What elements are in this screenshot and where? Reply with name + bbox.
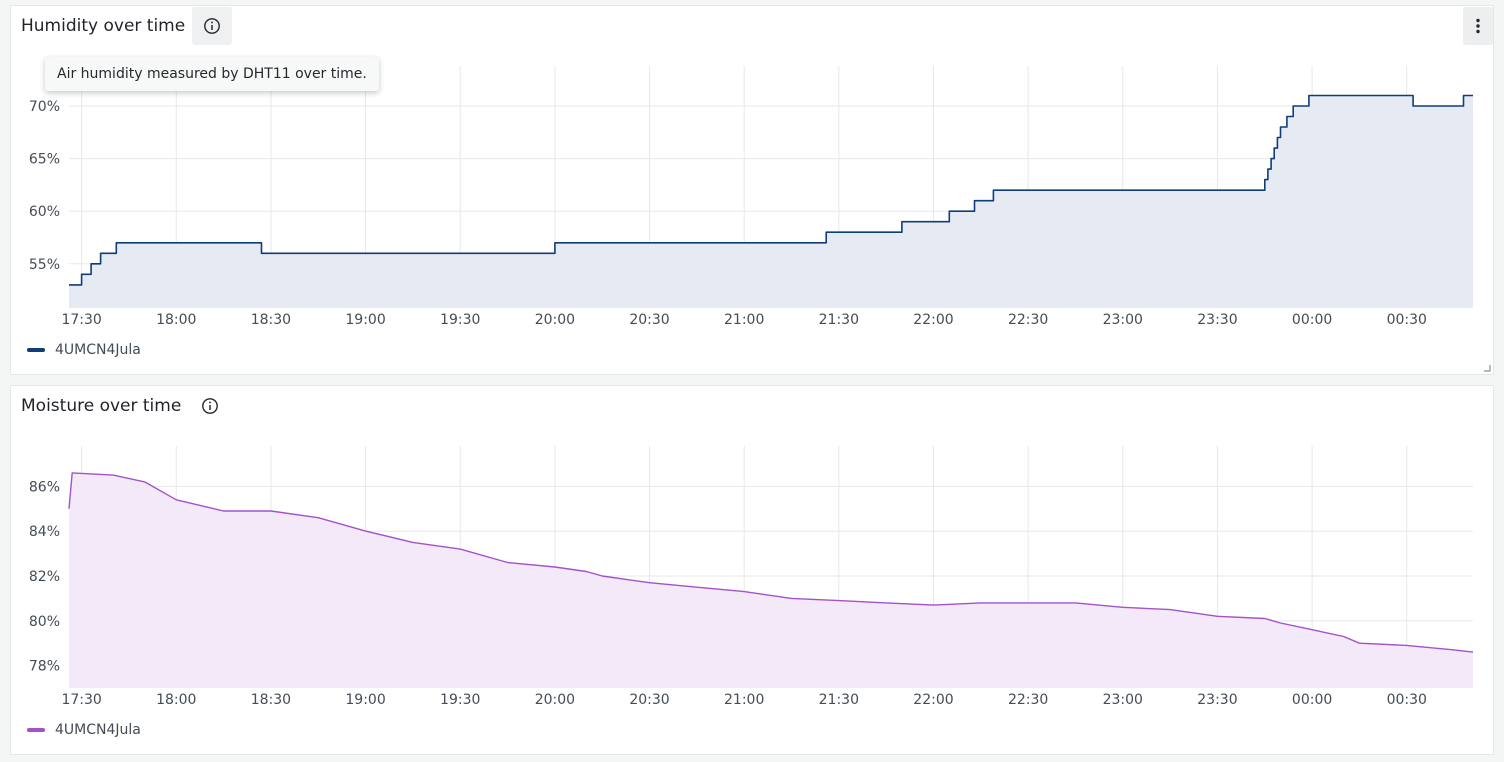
y-tick-label: 70% — [29, 99, 60, 115]
x-tick-label: 22:30 — [1008, 312, 1048, 328]
y-tick-label: 80% — [29, 614, 60, 630]
series-area — [69, 472, 1473, 688]
x-tick-label: 22:00 — [913, 692, 953, 708]
x-tick-label: 20:30 — [629, 312, 669, 328]
x-tick-label: 23:00 — [1103, 692, 1143, 708]
x-tick-label: 19:30 — [440, 692, 480, 708]
info-tooltip: Air humidity measured by DHT11 over time… — [45, 57, 379, 91]
panel-title: Humidity over time — [21, 16, 186, 36]
y-tick-label: 65% — [29, 152, 60, 168]
humidity-panel: 17:30 18:00 18:30 19:00 19:30 20:00 20:30 21:00… — [10, 5, 1494, 375]
y-tick-label: 84% — [29, 524, 60, 540]
x-tick-label: 20:00 — [535, 692, 575, 708]
x-tick-label: 21:30 — [819, 312, 859, 328]
y-tick-label: 60% — [29, 204, 60, 220]
x-tick-label: 19:00 — [345, 312, 385, 328]
y-tick-label: 86% — [29, 479, 60, 495]
x-tick-label: 00:00 — [1292, 312, 1332, 328]
info-button[interactable] — [190, 387, 230, 425]
panel-menu-button[interactable] — [1463, 7, 1493, 45]
resize-handle-icon[interactable] — [1483, 364, 1491, 372]
legend-swatch — [27, 728, 45, 732]
panel-title: Moisture over time — [21, 396, 182, 416]
x-tick-label: 21:00 — [724, 692, 764, 708]
moisture-panel: 17:30 18:00 18:30 19:00 19:30 20:00 20:30 21:00… — [10, 385, 1494, 755]
x-tick-label: 22:00 — [913, 312, 953, 328]
x-tick-label: 00:30 — [1387, 692, 1427, 708]
x-tick-label: 20:00 — [535, 312, 575, 328]
x-tick-label: 19:30 — [440, 312, 480, 328]
x-tick-label: 20:30 — [629, 692, 669, 708]
x-tick-label: 00:00 — [1292, 692, 1332, 708]
legend-label: 4UMCN4Jula — [55, 342, 141, 358]
y-tick-label: 55% — [29, 257, 60, 273]
info-icon — [204, 18, 220, 34]
y-tick-label: 82% — [29, 569, 60, 585]
legend-label: 4UMCN4Jula — [55, 722, 141, 738]
x-tick-label: 23:30 — [1197, 692, 1237, 708]
x-tick-label: 19:00 — [345, 692, 385, 708]
info-button[interactable] — [192, 7, 232, 45]
moisture-chart[interactable]: 17:30 18:00 18:30 19:00 19:30 20:00 20:30 21:00… — [11, 386, 1495, 756]
x-tick-label: 18:30 — [251, 312, 291, 328]
x-tick-label: 00:30 — [1387, 312, 1427, 328]
x-tick-label: 23:30 — [1197, 312, 1237, 328]
series-area — [69, 95, 1473, 308]
x-tick-label: 17:30 — [61, 312, 101, 328]
x-tick-label: 21:30 — [819, 692, 859, 708]
x-tick-label: 18:00 — [156, 692, 196, 708]
x-tick-label: 22:30 — [1008, 692, 1048, 708]
info-icon — [202, 398, 218, 414]
legend-swatch — [27, 348, 45, 352]
x-tick-label: 23:00 — [1103, 312, 1143, 328]
more-vertical-icon — [1476, 18, 1480, 34]
x-tick-label: 21:00 — [724, 312, 764, 328]
legend-item[interactable]: 4UMCN4Jula — [27, 722, 141, 738]
legend-item[interactable]: 4UMCN4Jula — [27, 342, 141, 358]
x-tick-label: 17:30 — [61, 692, 101, 708]
x-tick-label: 18:30 — [251, 692, 291, 708]
x-tick-label: 18:00 — [156, 312, 196, 328]
y-tick-label: 78% — [29, 659, 60, 675]
